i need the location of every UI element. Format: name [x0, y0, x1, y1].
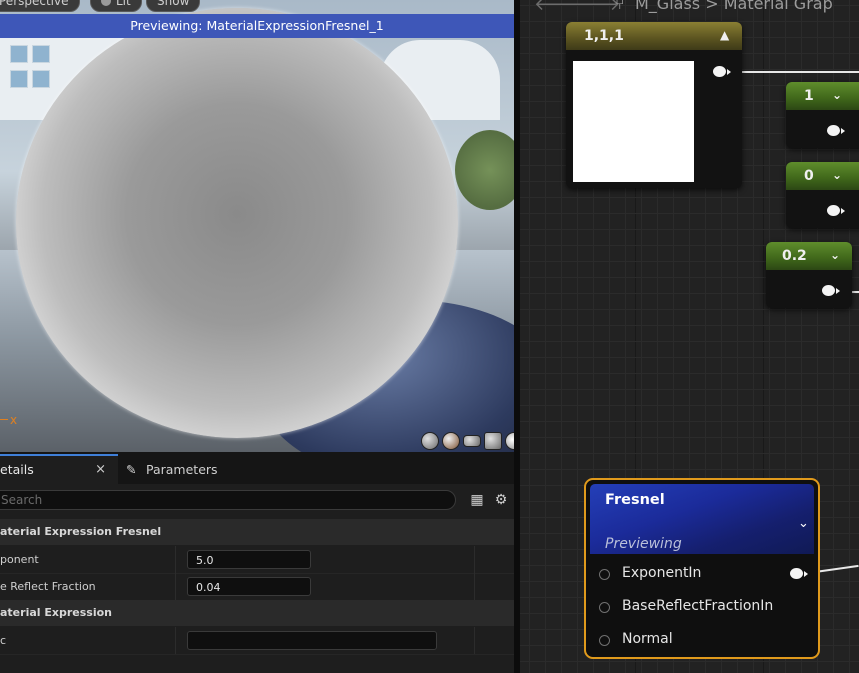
property-row-desc: c: [0, 627, 514, 655]
cube-icon[interactable]: [484, 432, 502, 450]
details-search-input[interactable]: [0, 490, 456, 510]
property-row-exponent: ponent 5.0: [0, 546, 514, 574]
cylinder-icon[interactable]: [421, 432, 439, 450]
tab-parameters[interactable]: ✎ Parameters: [126, 456, 218, 484]
property-label: ponent: [0, 553, 39, 566]
preview-banner: Previewing: MaterialExpressionFresnel_1: [0, 14, 514, 38]
chevron-up-icon[interactable]: ▲: [720, 28, 729, 42]
chevron-down-icon[interactable]: ⌄: [830, 248, 840, 262]
input-label: ExponentIn: [622, 565, 702, 581]
node-header: 0.2 ⌄: [766, 242, 852, 270]
node-header: 1 ⌄: [786, 82, 859, 110]
property-label: e Reflect Fraction: [0, 580, 96, 593]
preview-sphere: [16, 8, 458, 438]
lit-button[interactable]: Lit: [90, 0, 142, 12]
exponent-field[interactable]: 5.0: [187, 550, 311, 569]
chevron-down-icon[interactable]: ⌄: [832, 88, 842, 102]
output-pin[interactable]: [827, 205, 845, 216]
property-row-base-reflect-fraction: e Reflect Fraction 0.04: [0, 573, 514, 601]
plane-icon[interactable]: [463, 435, 481, 447]
input-pin-exponent[interactable]: [599, 569, 610, 580]
chevron-down-icon[interactable]: ⌄: [798, 516, 809, 531]
previewing-label: Previewing: [605, 536, 682, 552]
material-preview-viewport[interactable]: Perspective Lit Show Previewing: Materia…: [0, 0, 514, 452]
breadcrumb-label: M_Glass > Material Grap: [635, 0, 833, 13]
color-preview-swatch: [573, 61, 694, 182]
show-button[interactable]: Show: [146, 0, 201, 12]
constant-node[interactable]: 1 ⌄: [786, 82, 859, 148]
building-window: [10, 45, 28, 63]
desc-field[interactable]: [187, 631, 437, 650]
input-label: Normal: [622, 631, 673, 647]
output-pin[interactable]: [822, 285, 840, 296]
node-title: Fresnel: [605, 492, 665, 508]
teapot-icon[interactable]: [505, 432, 514, 450]
details-tab-bar: etails × ✎ Parameters: [0, 452, 514, 484]
input-pin-base-reflect-fraction[interactable]: [599, 602, 610, 613]
node-title: 0.2: [782, 248, 807, 264]
tab-details-label: etails: [0, 462, 34, 477]
perspective-button[interactable]: Perspective: [0, 0, 80, 12]
node-title: 0: [804, 168, 814, 184]
output-pin[interactable]: [790, 568, 808, 579]
hierarchy-icon: ⑂: [615, 0, 625, 13]
node-header: 0 ⌄: [786, 162, 859, 190]
fresnel-node[interactable]: Fresnel Previewing ⌄ ExponentIn BaseRefl…: [584, 478, 820, 659]
fresnel-preview-header: Fresnel Previewing ⌄: [590, 484, 814, 554]
property-label: c: [0, 634, 7, 647]
input-label: BaseReflectFractionIn: [622, 598, 774, 614]
building-window: [32, 45, 50, 63]
details-search-row: ▦ ⚙: [0, 488, 514, 516]
tab-parameters-label: Parameters: [146, 462, 218, 477]
table-view-icon[interactable]: ▦: [469, 492, 485, 508]
node-title: 1,1,1: [584, 28, 624, 44]
pencil-icon: ✎: [126, 462, 137, 477]
base-reflect-fraction-field[interactable]: 0.04: [187, 577, 311, 596]
background-tree: [455, 130, 514, 210]
sphere-icon[interactable]: [442, 432, 460, 450]
details-panel: etails × ✎ Parameters ▦ ⚙ aterial Express…: [0, 452, 514, 673]
output-pin[interactable]: [827, 125, 845, 136]
constant-node[interactable]: 0 ⌄: [786, 162, 859, 228]
building-window: [10, 70, 28, 88]
category-header[interactable]: aterial Expression Fresnel: [0, 519, 514, 545]
breadcrumb[interactable]: ⑂ M_Glass > Material Grap: [615, 0, 833, 13]
category-header[interactable]: aterial Expression: [0, 600, 514, 626]
node-title: 1: [804, 88, 814, 104]
constant-node[interactable]: 0.2 ⌄: [766, 242, 852, 308]
gear-icon[interactable]: ⚙: [493, 492, 509, 508]
graph-header: 🡐 🡒 ⑂ M_Glass > Material Grap: [520, 0, 859, 15]
output-pin[interactable]: [713, 66, 731, 77]
wire: [733, 71, 859, 73]
preview-shape-toolbar: [421, 432, 514, 450]
node-header: 1,1,1 ▲: [566, 22, 742, 50]
close-icon[interactable]: ×: [95, 456, 106, 484]
forward-arrow-icon[interactable]: 🡒: [572, 0, 620, 15]
chevron-down-icon[interactable]: ⌄: [832, 168, 842, 182]
input-pin-normal[interactable]: [599, 635, 610, 646]
axis-gizmo: x: [0, 413, 17, 427]
lit-icon: [101, 0, 111, 6]
panel-splitter[interactable]: [514, 0, 520, 673]
tab-details[interactable]: etails ×: [0, 454, 118, 484]
building-window: [32, 70, 50, 88]
constant3vector-node[interactable]: 1,1,1 ▲: [566, 22, 742, 188]
